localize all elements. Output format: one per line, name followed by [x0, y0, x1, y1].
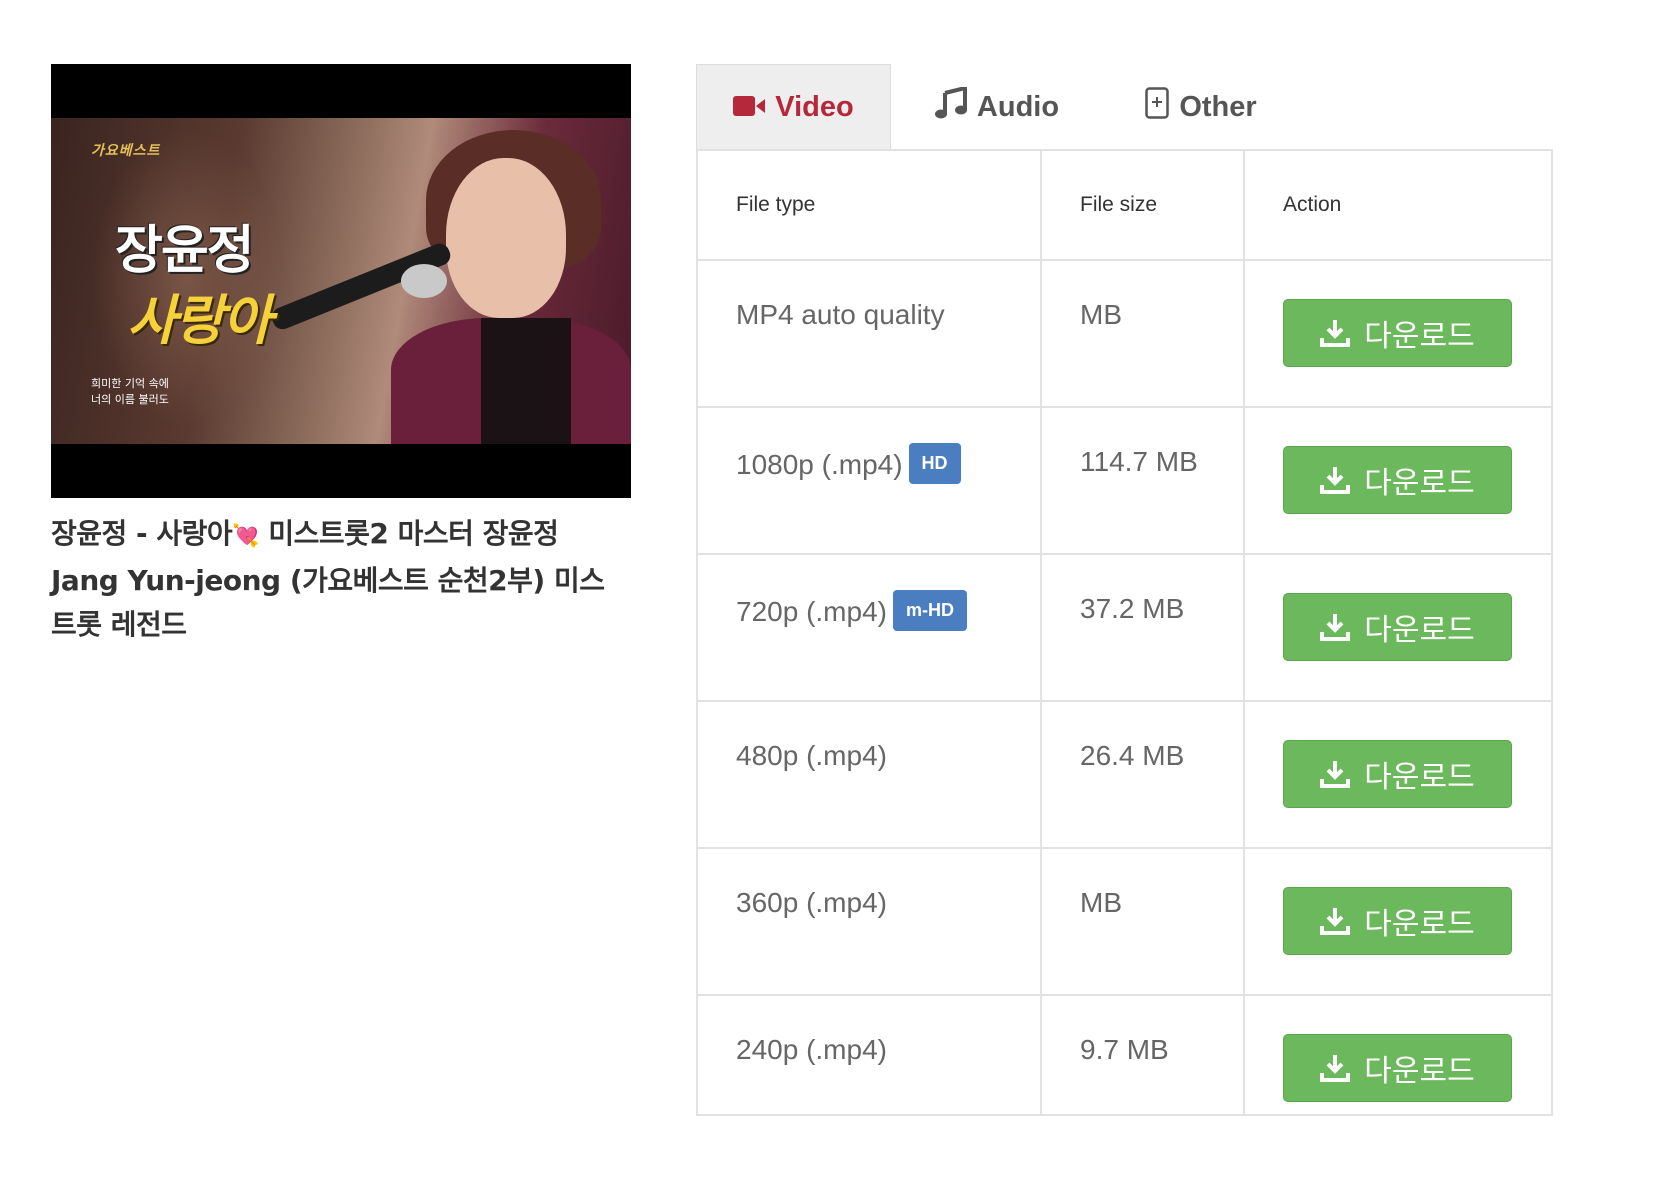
singer-face — [446, 158, 566, 318]
file-plus-icon — [1145, 87, 1170, 127]
video-camera-icon — [733, 91, 766, 124]
table-row: MP4 auto quality MB 다운로드 — [696, 259, 1553, 408]
table-row: 480p (.mp4) 26.4 MB 다운로드 — [696, 700, 1553, 849]
action-cell: 다운로드 — [1243, 406, 1553, 555]
tab-video-label: Video — [775, 91, 854, 123]
download-button[interactable]: 다운로드 — [1283, 887, 1512, 955]
file-size-cell: 26.4 MB — [1040, 700, 1245, 849]
tab-audio-label: Audio — [976, 90, 1060, 123]
thumbnail-lyric-line: 너의 이름 불러도 — [91, 393, 169, 406]
download-button-label: 다운로드 — [1364, 466, 1475, 501]
video-title-part1: 장윤정 - 사랑아 — [51, 517, 233, 550]
quality-badge: HD — [908, 443, 961, 484]
tab-other-label: Other — [1179, 90, 1257, 123]
file-type-cell: 360p (.mp4) — [696, 847, 1042, 996]
download-button-label: 다운로드 — [1364, 319, 1475, 354]
heart-arrow-icon: 💘 — [232, 524, 260, 549]
download-button[interactable]: 다운로드 — [1283, 446, 1512, 514]
download-button-label: 다운로드 — [1364, 760, 1475, 795]
download-button[interactable]: 다운로드 — [1283, 299, 1512, 367]
column-header-action: Action — [1243, 149, 1553, 261]
action-cell: 다운로드 — [1243, 259, 1553, 408]
video-title: 장윤정 - 사랑아💘 미스트롯2 마스터 장윤정 Jang Yun-jeong … — [51, 512, 621, 647]
table-row: 360p (.mp4) MB 다운로드 — [696, 847, 1553, 996]
tab-audio[interactable]: Audio — [922, 64, 1072, 150]
download-icon — [1320, 614, 1351, 641]
tab-video[interactable]: Video — [696, 64, 891, 150]
download-table: File type File size Action MP4 auto qual… — [696, 149, 1553, 1116]
download-button-label: 다운로드 — [1364, 907, 1475, 942]
file-size-cell: MB — [1040, 847, 1245, 996]
thumbnail-lyrics: 희미한 기억 속에 너의 이름 불러도 — [91, 376, 169, 408]
microphone-head — [401, 264, 447, 298]
download-icon — [1320, 1055, 1351, 1082]
action-cell: 다운로드 — [1243, 700, 1553, 849]
file-type-cell: MP4 auto quality — [696, 259, 1042, 408]
file-type-cell: 1080p (.mp4) HD — [696, 406, 1042, 555]
download-button-label: 다운로드 — [1364, 613, 1475, 648]
thumbnail-song-title: 사랑아 — [127, 289, 272, 352]
file-type-cell: 720p (.mp4) m-HD — [696, 553, 1042, 702]
column-header-file-type: File type — [696, 149, 1042, 261]
file-type-label: 720p (.mp4) — [736, 595, 887, 627]
file-type-label: MP4 auto quality — [736, 299, 945, 330]
show-logo: 가요베스트 — [91, 143, 161, 159]
thumbnail-frame: 가요베스트 장윤정 사랑아 희미한 기억 속에 너의 이름 불러도 — [51, 118, 631, 444]
file-size-cell: 114.7 MB — [1040, 406, 1245, 555]
thumbnail-artist-name: 장윤정 — [115, 221, 255, 281]
singer-blouse — [481, 318, 571, 444]
download-icon — [1320, 320, 1351, 347]
table-row: 720p (.mp4) m-HD 37.2 MB 다운로드 — [696, 553, 1553, 702]
file-type-label: 240p (.mp4) — [736, 1034, 887, 1065]
action-cell: 다운로드 — [1243, 847, 1553, 996]
music-note-icon — [934, 85, 967, 127]
file-size-cell: 37.2 MB — [1040, 553, 1245, 702]
action-cell: 다운로드 — [1243, 553, 1553, 702]
video-thumbnail[interactable]: 가요베스트 장윤정 사랑아 희미한 기억 속에 너의 이름 불러도 — [51, 64, 631, 498]
download-icon — [1320, 761, 1351, 788]
file-size-cell: MB — [1040, 259, 1245, 408]
thumbnail-lyric-line: 희미한 기억 속에 — [91, 377, 169, 390]
file-type-label: 360p (.mp4) — [736, 887, 887, 918]
download-icon — [1320, 467, 1351, 494]
file-type-label: 480p (.mp4) — [736, 740, 887, 771]
tab-other[interactable]: Other — [1126, 64, 1276, 150]
format-tabs: Video Audio Other — [696, 64, 1550, 150]
table-header-row: File type File size Action — [696, 149, 1553, 261]
column-header-file-size: File size — [1040, 149, 1245, 261]
action-cell: 다운로드 — [1243, 994, 1553, 1116]
file-type-cell: 240p (.mp4) — [696, 994, 1042, 1116]
download-button-label: 다운로드 — [1364, 1054, 1475, 1089]
download-icon — [1320, 908, 1351, 935]
quality-badge: m-HD — [892, 590, 967, 631]
file-type-cell: 480p (.mp4) — [696, 700, 1042, 849]
file-size-cell: 9.7 MB — [1040, 994, 1245, 1116]
table-row: 240p (.mp4) 9.7 MB 다운로드 — [696, 994, 1553, 1116]
page: 가요베스트 장윤정 사랑아 희미한 기억 속에 너의 이름 불러도 장윤정 - … — [0, 0, 1664, 1178]
download-button[interactable]: 다운로드 — [1283, 593, 1512, 661]
table-row: 1080p (.mp4) HD 114.7 MB 다운로드 — [696, 406, 1553, 555]
download-button[interactable]: 다운로드 — [1283, 1034, 1512, 1102]
file-type-label: 1080p (.mp4) — [736, 448, 903, 480]
download-button[interactable]: 다운로드 — [1283, 740, 1512, 808]
